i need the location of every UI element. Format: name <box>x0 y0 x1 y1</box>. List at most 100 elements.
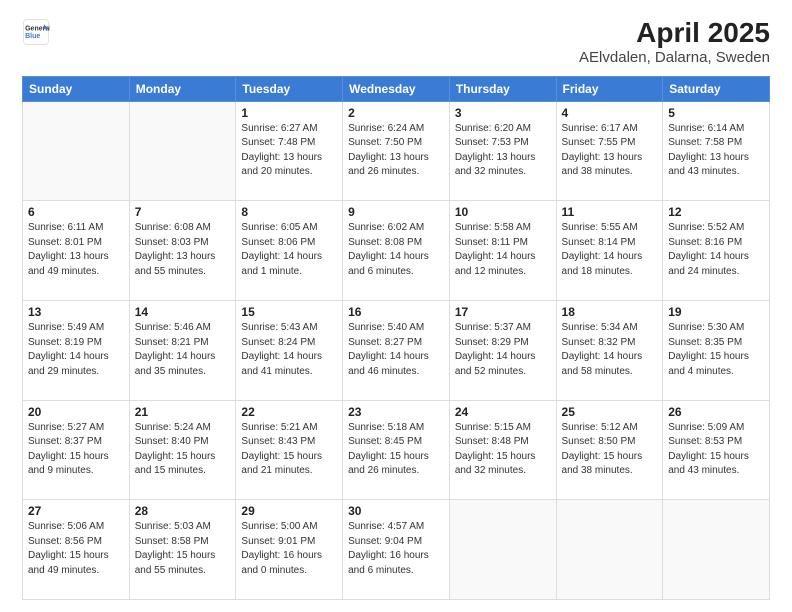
calendar-cell: 3Sunrise: 6:20 AM Sunset: 7:53 PM Daylig… <box>449 101 556 201</box>
calendar-cell: 27Sunrise: 5:06 AM Sunset: 8:56 PM Dayli… <box>23 500 130 600</box>
weekday-header-wednesday: Wednesday <box>343 76 450 101</box>
day-info: Sunrise: 6:17 AM Sunset: 7:55 PM Dayligh… <box>562 122 658 180</box>
day-number: 19 <box>668 305 764 319</box>
calendar-cell: 22Sunrise: 5:21 AM Sunset: 8:43 PM Dayli… <box>236 400 343 500</box>
day-number: 12 <box>668 205 764 219</box>
day-number: 6 <box>28 205 124 219</box>
day-number: 5 <box>668 106 764 120</box>
calendar-cell: 29Sunrise: 5:00 AM Sunset: 9:01 PM Dayli… <box>236 500 343 600</box>
calendar-cell: 20Sunrise: 5:27 AM Sunset: 8:37 PM Dayli… <box>23 400 130 500</box>
weekday-header-sunday: Sunday <box>23 76 130 101</box>
calendar-table: SundayMondayTuesdayWednesdayThursdayFrid… <box>22 76 770 600</box>
day-number: 23 <box>348 405 444 419</box>
day-info: Sunrise: 5:46 AM Sunset: 8:21 PM Dayligh… <box>135 321 231 379</box>
day-number: 4 <box>562 106 658 120</box>
calendar-cell: 11 Sunrise: 5:55 AM Sunset: 8:14 PM Dayli… <box>556 201 663 301</box>
day-number: 10 <box>455 205 551 219</box>
calendar-cell: 19 Sunrise: 5:30 AM Sunset: 8:35 PM Dayli… <box>663 301 770 401</box>
calendar-cell: 21 Sunrise: 5:24 AM Sunset: 8:40 PM Dayli… <box>129 400 236 500</box>
calendar-cell: 10 Sunrise: 5:58 AM Sunset: 8:11 PM Dayli… <box>449 201 556 301</box>
day-number: 16 <box>348 305 444 319</box>
day-info: Sunrise: 5:03 AM Sunset: 8:58 PM Dayligh… <box>135 520 231 578</box>
day-number: 9 <box>348 205 444 219</box>
day-info: Sunrise: 5:55 AM Sunset: 8:14 PM Dayligh… <box>562 221 658 279</box>
day-info: Sunrise: 5:00 AM Sunset: 9:01 PM Dayligh… <box>241 520 337 578</box>
day-number: 28 <box>135 504 231 518</box>
calendar-cell: 2 Sunrise: 6:24 AM Sunset: 7:50 PM Daylig… <box>343 101 450 201</box>
day-info: Sunrise: 5:12 AM Sunset: 8:50 PM Dayligh… <box>562 421 658 479</box>
day-number: 2 <box>348 106 444 120</box>
weekday-header-friday: Friday <box>556 76 663 101</box>
calendar-cell: 17 Sunrise: 5:37 AM Sunset: 8:29 PM Dayli… <box>449 301 556 401</box>
day-number: 27 <box>28 504 124 518</box>
day-info: Sunrise: 6:11 AM Sunset: 8:01 PM Dayligh… <box>28 221 124 279</box>
calendar-cell <box>449 500 556 600</box>
day-number: 7 <box>135 205 231 219</box>
calendar-cell: 1 Sunrise: 6:27 AM Sunset: 7:48 PM Daylig… <box>236 101 343 201</box>
day-info: Sunrise: 6:08 AM Sunset: 8:03 PM Dayligh… <box>135 221 231 279</box>
day-number: 14 <box>135 305 231 319</box>
title-block: April 2025 AElvdalen, Dalarna, Sweden <box>579 18 770 66</box>
day-info: Sunrise: 5:37 AM Sunset: 8:29 PM Dayligh… <box>455 321 551 379</box>
day-number: 8 <box>241 205 337 219</box>
day-info: Sunrise: 5:43 AM Sunset: 8:24 PM Dayligh… <box>241 321 337 379</box>
day-number: 30 <box>348 504 444 518</box>
day-info: Sunrise: 6:05 AM Sunset: 8:06 PM Dayligh… <box>241 221 337 279</box>
calendar-cell: 18Sunrise: 5:34 AM Sunset: 8:32 PM Dayli… <box>556 301 663 401</box>
svg-text:Blue: Blue <box>25 33 40 40</box>
day-info: Sunrise: 6:24 AM Sunset: 7:50 PM Dayligh… <box>348 122 444 180</box>
calendar-cell: 6 Sunrise: 6:11 AM Sunset: 8:01 PM Daylig… <box>23 201 130 301</box>
day-info: Sunrise: 5:27 AM Sunset: 8:37 PM Dayligh… <box>28 421 124 479</box>
day-info: Sunrise: 5:30 AM Sunset: 8:35 PM Dayligh… <box>668 321 764 379</box>
calendar-cell: 24Sunrise: 5:15 AM Sunset: 8:48 PM Dayli… <box>449 400 556 500</box>
day-number: 22 <box>241 405 337 419</box>
day-info: Sunrise: 5:24 AM Sunset: 8:40 PM Dayligh… <box>135 421 231 479</box>
day-number: 17 <box>455 305 551 319</box>
calendar-cell: 14 Sunrise: 5:46 AM Sunset: 8:21 PM Dayli… <box>129 301 236 401</box>
logo-icon: General Blue <box>22 18 50 46</box>
calendar-cell: 9 Sunrise: 6:02 AM Sunset: 8:08 PM Daylig… <box>343 201 450 301</box>
day-info: Sunrise: 5:49 AM Sunset: 8:19 PM Dayligh… <box>28 321 124 379</box>
day-number: 26 <box>668 405 764 419</box>
day-info: Sunrise: 5:18 AM Sunset: 8:45 PM Dayligh… <box>348 421 444 479</box>
day-info: Sunrise: 6:20 AM Sunset: 7:53 PM Dayligh… <box>455 122 551 180</box>
day-number: 25 <box>562 405 658 419</box>
calendar-cell: 5Sunrise: 6:14 AM Sunset: 7:58 PM Daylig… <box>663 101 770 201</box>
day-number: 1 <box>241 106 337 120</box>
week-row-5: 27Sunrise: 5:06 AM Sunset: 8:56 PM Dayli… <box>23 500 770 600</box>
day-number: 15 <box>241 305 337 319</box>
day-info: Sunrise: 5:09 AM Sunset: 8:53 PM Dayligh… <box>668 421 764 479</box>
day-info: Sunrise: 5:15 AM Sunset: 8:48 PM Dayligh… <box>455 421 551 479</box>
calendar-cell <box>129 101 236 201</box>
week-row-2: 6 Sunrise: 6:11 AM Sunset: 8:01 PM Daylig… <box>23 201 770 301</box>
day-number: 18 <box>562 305 658 319</box>
calendar-title: April 2025 <box>579 18 770 49</box>
weekday-header-row: SundayMondayTuesdayWednesdayThursdayFrid… <box>23 76 770 101</box>
logo: General Blue <box>22 18 50 46</box>
day-number: 11 <box>562 205 658 219</box>
calendar-cell: 23 Sunrise: 5:18 AM Sunset: 8:45 PM Dayli… <box>343 400 450 500</box>
day-number: 13 <box>28 305 124 319</box>
weekday-header-thursday: Thursday <box>449 76 556 101</box>
day-info: Sunrise: 4:57 AM Sunset: 9:04 PM Dayligh… <box>348 520 444 578</box>
week-row-3: 13 Sunrise: 5:49 AM Sunset: 8:19 PM Dayli… <box>23 301 770 401</box>
day-number: 21 <box>135 405 231 419</box>
page: General Blue April 2025 AElvdalen, Dalar… <box>0 0 792 612</box>
calendar-cell: 13 Sunrise: 5:49 AM Sunset: 8:19 PM Dayli… <box>23 301 130 401</box>
week-row-4: 20Sunrise: 5:27 AM Sunset: 8:37 PM Dayli… <box>23 400 770 500</box>
calendar-cell: 25 Sunrise: 5:12 AM Sunset: 8:50 PM Dayli… <box>556 400 663 500</box>
header: General Blue April 2025 AElvdalen, Dalar… <box>22 18 770 66</box>
day-info: Sunrise: 6:27 AM Sunset: 7:48 PM Dayligh… <box>241 122 337 180</box>
day-info: Sunrise: 5:52 AM Sunset: 8:16 PM Dayligh… <box>668 221 764 279</box>
calendar-cell: 30 Sunrise: 4:57 AM Sunset: 9:04 PM Dayli… <box>343 500 450 600</box>
calendar-cell: 28 Sunrise: 5:03 AM Sunset: 8:58 PM Dayli… <box>129 500 236 600</box>
calendar-cell: 7 Sunrise: 6:08 AM Sunset: 8:03 PM Daylig… <box>129 201 236 301</box>
calendar-cell <box>23 101 130 201</box>
calendar-cell: 12 Sunrise: 5:52 AM Sunset: 8:16 PM Dayli… <box>663 201 770 301</box>
day-info: Sunrise: 6:02 AM Sunset: 8:08 PM Dayligh… <box>348 221 444 279</box>
calendar-cell: 8 Sunrise: 6:05 AM Sunset: 8:06 PM Daylig… <box>236 201 343 301</box>
calendar-cell: 16Sunrise: 5:40 AM Sunset: 8:27 PM Dayli… <box>343 301 450 401</box>
day-info: Sunrise: 5:58 AM Sunset: 8:11 PM Dayligh… <box>455 221 551 279</box>
weekday-header-tuesday: Tuesday <box>236 76 343 101</box>
calendar-subtitle: AElvdalen, Dalarna, Sweden <box>579 49 770 66</box>
